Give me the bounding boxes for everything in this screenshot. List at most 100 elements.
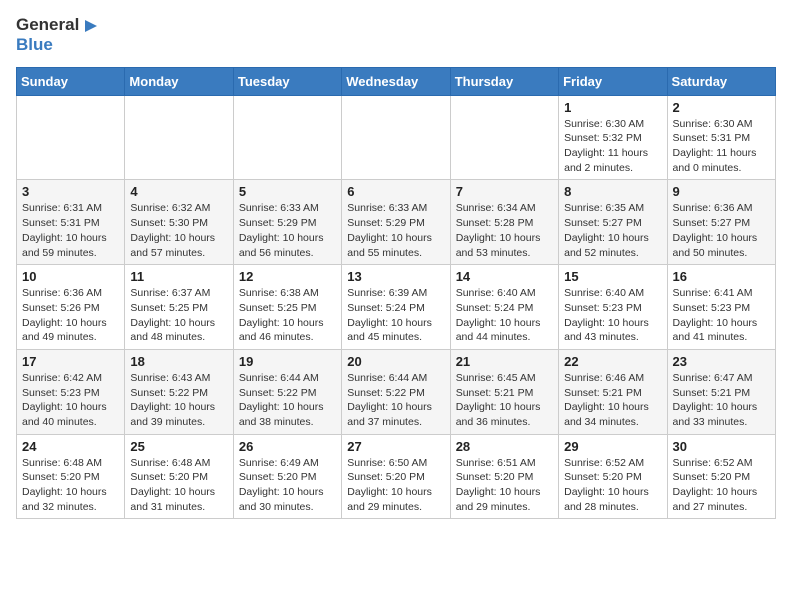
- header-thursday: Thursday: [450, 67, 558, 95]
- calendar-cell: 10 Sunrise: 6:36 AM Sunset: 5:26 PM Dayli…: [17, 265, 125, 350]
- week-row-2: 3 Sunrise: 6:31 AM Sunset: 5:31 PM Daylig…: [17, 180, 776, 265]
- cell-info: Sunrise: 6:47 AM Sunset: 5:21 PM Dayligh…: [673, 371, 770, 430]
- day-number: 5: [239, 184, 336, 199]
- day-number: 23: [673, 354, 770, 369]
- cell-info: Sunrise: 6:32 AM Sunset: 5:30 PM Dayligh…: [130, 201, 227, 260]
- day-number: 9: [673, 184, 770, 199]
- cell-info: Sunrise: 6:44 AM Sunset: 5:22 PM Dayligh…: [347, 371, 444, 430]
- calendar-cell: 4 Sunrise: 6:32 AM Sunset: 5:30 PM Daylig…: [125, 180, 233, 265]
- calendar-cell: 6 Sunrise: 6:33 AM Sunset: 5:29 PM Daylig…: [342, 180, 450, 265]
- calendar-cell: 29Sunrise: 6:52 AM Sunset: 5:20 PM Dayli…: [559, 434, 667, 519]
- day-number: 18: [130, 354, 227, 369]
- calendar-cell: 9 Sunrise: 6:36 AM Sunset: 5:27 PM Daylig…: [667, 180, 775, 265]
- calendar-cell: 23 Sunrise: 6:47 AM Sunset: 5:21 PM Dayli…: [667, 349, 775, 434]
- day-number: 24: [22, 439, 119, 454]
- header-saturday: Saturday: [667, 67, 775, 95]
- day-number: 17: [22, 354, 119, 369]
- calendar-cell: 15 Sunrise: 6:40 AM Sunset: 5:23 PM Dayli…: [559, 265, 667, 350]
- day-number: 28: [456, 439, 553, 454]
- header-row: SundayMondayTuesdayWednesdayThursdayFrid…: [17, 67, 776, 95]
- cell-info: Sunrise: 6:48 AM Sunset: 5:20 PM Dayligh…: [22, 456, 119, 515]
- cell-info: Sunrise: 6:31 AM Sunset: 5:31 PM Dayligh…: [22, 201, 119, 260]
- week-row-5: 24 Sunrise: 6:48 AM Sunset: 5:20 PM Dayli…: [17, 434, 776, 519]
- calendar-cell: 24 Sunrise: 6:48 AM Sunset: 5:20 PM Dayli…: [17, 434, 125, 519]
- calendar-cell: 21 Sunrise: 6:45 AM Sunset: 5:21 PM Dayli…: [450, 349, 558, 434]
- day-number: 12: [239, 269, 336, 284]
- calendar-cell: 28Sunrise: 6:51 AM Sunset: 5:20 PM Dayli…: [450, 434, 558, 519]
- cell-info: Sunrise: 6:33 AM Sunset: 5:29 PM Dayligh…: [347, 201, 444, 260]
- day-number: 2: [673, 100, 770, 115]
- calendar-cell: 30Sunrise: 6:52 AM Sunset: 5:20 PM Dayli…: [667, 434, 775, 519]
- header-friday: Friday: [559, 67, 667, 95]
- week-row-4: 17 Sunrise: 6:42 AM Sunset: 5:23 PM Dayli…: [17, 349, 776, 434]
- calendar-cell: 16Sunrise: 6:41 AM Sunset: 5:23 PM Dayli…: [667, 265, 775, 350]
- week-row-1: 1Sunrise: 6:30 AM Sunset: 5:32 PM Daylig…: [17, 95, 776, 180]
- day-number: 7: [456, 184, 553, 199]
- day-number: 22: [564, 354, 661, 369]
- day-number: 25: [130, 439, 227, 454]
- day-number: 19: [239, 354, 336, 369]
- cell-info: Sunrise: 6:34 AM Sunset: 5:28 PM Dayligh…: [456, 201, 553, 260]
- cell-info: Sunrise: 6:36 AM Sunset: 5:27 PM Dayligh…: [673, 201, 770, 260]
- day-number: 6: [347, 184, 444, 199]
- day-number: 10: [22, 269, 119, 284]
- cell-info: Sunrise: 6:38 AM Sunset: 5:25 PM Dayligh…: [239, 286, 336, 345]
- logo-arrow-icon: [81, 16, 101, 36]
- calendar-cell: 20 Sunrise: 6:44 AM Sunset: 5:22 PM Dayli…: [342, 349, 450, 434]
- calendar-cell: [233, 95, 341, 180]
- day-number: 26: [239, 439, 336, 454]
- day-number: 4: [130, 184, 227, 199]
- page-header: General Blue: [16, 16, 776, 55]
- day-number: 13: [347, 269, 444, 284]
- day-number: 14: [456, 269, 553, 284]
- calendar-cell: 14 Sunrise: 6:40 AM Sunset: 5:24 PM Dayli…: [450, 265, 558, 350]
- calendar-cell: 3 Sunrise: 6:31 AM Sunset: 5:31 PM Daylig…: [17, 180, 125, 265]
- day-number: 3: [22, 184, 119, 199]
- day-number: 16: [673, 269, 770, 284]
- calendar-cell: [125, 95, 233, 180]
- cell-info: Sunrise: 6:43 AM Sunset: 5:22 PM Dayligh…: [130, 371, 227, 430]
- calendar-cell: 11 Sunrise: 6:37 AM Sunset: 5:25 PM Dayli…: [125, 265, 233, 350]
- calendar-cell: 22 Sunrise: 6:46 AM Sunset: 5:21 PM Dayli…: [559, 349, 667, 434]
- day-number: 21: [456, 354, 553, 369]
- day-number: 8: [564, 184, 661, 199]
- header-sunday: Sunday: [17, 67, 125, 95]
- cell-info: Sunrise: 6:52 AM Sunset: 5:20 PM Dayligh…: [564, 456, 661, 515]
- cell-info: Sunrise: 6:36 AM Sunset: 5:26 PM Dayligh…: [22, 286, 119, 345]
- day-number: 20: [347, 354, 444, 369]
- calendar-table: SundayMondayTuesdayWednesdayThursdayFrid…: [16, 67, 776, 520]
- calendar-cell: 27Sunrise: 6:50 AM Sunset: 5:20 PM Dayli…: [342, 434, 450, 519]
- calendar-cell: [342, 95, 450, 180]
- calendar-cell: 26 Sunrise: 6:49 AM Sunset: 5:20 PM Dayli…: [233, 434, 341, 519]
- cell-info: Sunrise: 6:40 AM Sunset: 5:24 PM Dayligh…: [456, 286, 553, 345]
- cell-info: Sunrise: 6:42 AM Sunset: 5:23 PM Dayligh…: [22, 371, 119, 430]
- cell-info: Sunrise: 6:49 AM Sunset: 5:20 PM Dayligh…: [239, 456, 336, 515]
- cell-info: Sunrise: 6:30 AM Sunset: 5:32 PM Dayligh…: [564, 117, 661, 176]
- day-number: 11: [130, 269, 227, 284]
- calendar-cell: 17 Sunrise: 6:42 AM Sunset: 5:23 PM Dayli…: [17, 349, 125, 434]
- day-number: 15: [564, 269, 661, 284]
- cell-info: Sunrise: 6:48 AM Sunset: 5:20 PM Dayligh…: [130, 456, 227, 515]
- cell-info: Sunrise: 6:46 AM Sunset: 5:21 PM Dayligh…: [564, 371, 661, 430]
- calendar-cell: 19 Sunrise: 6:44 AM Sunset: 5:22 PM Dayli…: [233, 349, 341, 434]
- calendar-cell: 25 Sunrise: 6:48 AM Sunset: 5:20 PM Dayli…: [125, 434, 233, 519]
- cell-info: Sunrise: 6:45 AM Sunset: 5:21 PM Dayligh…: [456, 371, 553, 430]
- header-tuesday: Tuesday: [233, 67, 341, 95]
- week-row-3: 10 Sunrise: 6:36 AM Sunset: 5:26 PM Dayli…: [17, 265, 776, 350]
- calendar-cell: [450, 95, 558, 180]
- cell-info: Sunrise: 6:37 AM Sunset: 5:25 PM Dayligh…: [130, 286, 227, 345]
- header-monday: Monday: [125, 67, 233, 95]
- calendar-cell: 13 Sunrise: 6:39 AM Sunset: 5:24 PM Dayli…: [342, 265, 450, 350]
- cell-info: Sunrise: 6:39 AM Sunset: 5:24 PM Dayligh…: [347, 286, 444, 345]
- calendar-cell: 5Sunrise: 6:33 AM Sunset: 5:29 PM Daylig…: [233, 180, 341, 265]
- cell-info: Sunrise: 6:40 AM Sunset: 5:23 PM Dayligh…: [564, 286, 661, 345]
- cell-info: Sunrise: 6:30 AM Sunset: 5:31 PM Dayligh…: [673, 117, 770, 176]
- calendar-cell: 2 Sunrise: 6:30 AM Sunset: 5:31 PM Daylig…: [667, 95, 775, 180]
- cell-info: Sunrise: 6:44 AM Sunset: 5:22 PM Dayligh…: [239, 371, 336, 430]
- cell-info: Sunrise: 6:35 AM Sunset: 5:27 PM Dayligh…: [564, 201, 661, 260]
- logo: General Blue: [16, 16, 101, 55]
- calendar-cell: 1Sunrise: 6:30 AM Sunset: 5:32 PM Daylig…: [559, 95, 667, 180]
- logo-text: General Blue: [16, 16, 101, 55]
- calendar-cell: 7 Sunrise: 6:34 AM Sunset: 5:28 PM Daylig…: [450, 180, 558, 265]
- calendar-cell: 18 Sunrise: 6:43 AM Sunset: 5:22 PM Dayli…: [125, 349, 233, 434]
